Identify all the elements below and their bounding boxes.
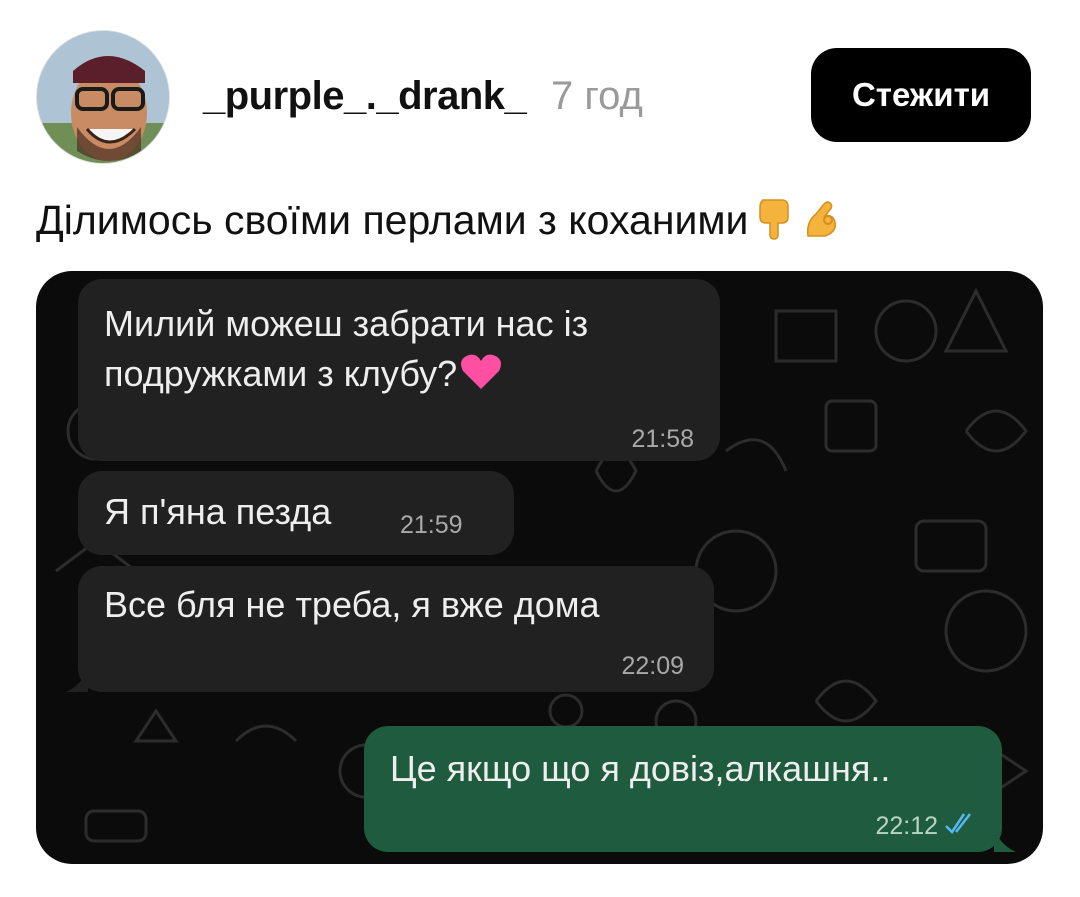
caption-text: Ділимось своїми перлами з коханими	[36, 196, 749, 243]
pinching-hand-emoji-icon	[800, 196, 844, 250]
avatar[interactable]	[36, 30, 170, 164]
message-time: 22:12	[875, 812, 938, 840]
outgoing-message-bubble[interactable]: Це якщо що я довіз,алкашня.. 22:12	[364, 726, 1016, 852]
follow-button[interactable]: Стежити	[811, 48, 1031, 142]
read-double-check-icon	[945, 813, 971, 834]
post-header: _purple_._drank_ 7 год Стежити	[0, 0, 1080, 175]
pointing-down-hand-emoji-icon	[752, 196, 796, 250]
message-time: 22:09	[621, 652, 684, 680]
message-text: Милий можеш забрати нас із	[104, 303, 589, 344]
message-text-line2: подружками з клубу?	[104, 353, 458, 395]
message-time: 21:58	[631, 425, 694, 453]
bubble-tail-icon	[66, 670, 88, 692]
message-text: подружками з клубу?	[104, 351, 503, 402]
incoming-message-bubble[interactable]: Милий можеш забрати нас із подружками з …	[78, 279, 720, 461]
pink-heart-emoji-icon	[459, 351, 503, 402]
message-time: 21:59	[400, 511, 463, 539]
message-text: Все бля не треба, я вже дома	[104, 584, 600, 625]
message-text: Я п'яна пезда	[104, 491, 332, 532]
message-text: Це якщо що я довіз,алкашня..	[390, 748, 891, 789]
avatar-photo-icon	[37, 31, 169, 163]
incoming-message-bubble[interactable]: Я п'яна пезда 21:59	[78, 471, 514, 555]
username[interactable]: _purple_._drank_	[203, 74, 527, 119]
post-caption: Ділимось своїми перлами з коханими	[36, 196, 844, 250]
bubble-tail-icon	[994, 830, 1016, 852]
post-time: 7 год	[551, 74, 643, 118]
chat-screenshot: Милий можеш забрати нас із подружками з …	[36, 271, 1043, 864]
incoming-message-bubble[interactable]: Все бля не треба, я вже дома 22:09	[66, 566, 714, 692]
